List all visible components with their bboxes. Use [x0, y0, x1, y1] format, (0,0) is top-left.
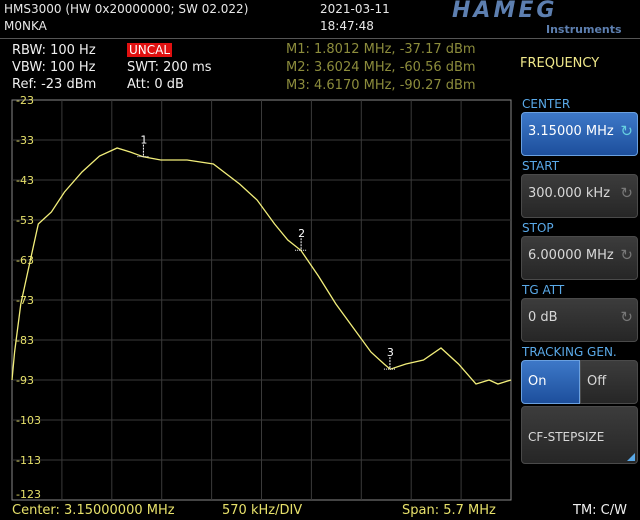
tg-att-title: TG ATT — [522, 283, 565, 297]
div-footer: 570 kHz/DIV — [222, 503, 303, 518]
tracking-off-button[interactable]: Off — [580, 360, 638, 404]
tracking-on-label: On — [528, 374, 547, 389]
marker-2-readout: M2: 3.6024 MHz, -60.56 dBm — [286, 60, 476, 75]
hameg-logo-sub: Instruments — [546, 23, 622, 36]
start-title: START — [522, 159, 560, 173]
sweep-time-readout: SWT: 200 ms — [127, 60, 212, 75]
cf-stepsize-label: CF-STEPSIZE — [528, 430, 605, 444]
stop-value: 6.00000 MHz — [528, 248, 614, 263]
marker-1-label: 1 — [140, 134, 147, 147]
stop-softkey[interactable]: 6.00000 MHz ↻ — [521, 236, 638, 280]
marker-2-label: 2 — [298, 227, 305, 240]
instrument-model: HMS3000 (HW 0x20000000; SW 02.022) — [4, 2, 249, 16]
date: 2021-03-11 — [320, 2, 390, 16]
y-tick-label: -123 — [16, 488, 41, 501]
center-softkey[interactable]: 3.15000 MHz ↻ — [521, 112, 638, 156]
y-tick-label: -73 — [16, 294, 34, 307]
center-value: 3.15000 MHz — [528, 124, 614, 139]
header-divider — [0, 38, 640, 39]
marker-3-readout: M3: 4.6170 MHz, -90.27 dBm — [286, 78, 476, 93]
tg-att-softkey[interactable]: 0 dB ↻ — [521, 298, 638, 342]
y-tick-label: -93 — [16, 374, 34, 387]
callsign: M0NKA — [4, 19, 47, 33]
ref-level-readout: Ref: -23 dBm — [12, 77, 97, 92]
tg-att-value: 0 dB — [528, 310, 558, 325]
y-tick-label: -33 — [16, 134, 34, 147]
start-value: 300.000 kHz — [528, 186, 611, 201]
span-footer: Span: 5.7 MHz — [402, 503, 496, 518]
center-title: CENTER — [522, 97, 571, 111]
rotary-knob-icon: ↻ — [620, 184, 633, 202]
rotary-knob-icon: ↻ — [620, 122, 633, 140]
trace-mode: TM: C/W — [573, 503, 627, 518]
marker-3-label: 3 — [387, 346, 394, 359]
rotary-knob-icon: ↻ — [620, 246, 633, 264]
y-tick-label: -23 — [16, 96, 34, 107]
start-softkey[interactable]: 300.000 kHz ↻ — [521, 174, 638, 218]
attenuation-readout: Att: 0 dB — [127, 77, 184, 92]
stop-title: STOP — [522, 221, 554, 235]
vbw-readout: VBW: 100 Hz — [12, 60, 96, 75]
cf-stepsize-softkey[interactable]: CF-STEPSIZE — [521, 406, 638, 464]
center-frequency-footer: Center: 3.15000000 MHz — [12, 503, 175, 518]
tracking-off-label: Off — [587, 374, 607, 389]
submenu-corner-icon — [627, 453, 635, 461]
time: 18:47:48 — [320, 19, 374, 33]
marker-1-readout: M1: 1.8012 MHz, -37.17 dBm — [286, 42, 476, 57]
rbw-readout: RBW: 100 Hz — [12, 43, 96, 58]
y-tick-label: -103 — [16, 414, 41, 427]
spectrum-plot[interactable]: -23-33-43-53-63-73-83-93-103-113-123 123 — [0, 96, 516, 502]
hameg-logo: HAMEG — [452, 0, 558, 23]
rotary-knob-icon: ↻ — [620, 308, 633, 326]
tracking-on-button[interactable]: On — [521, 360, 580, 404]
y-tick-label: -113 — [16, 454, 41, 467]
y-tick-label: -83 — [16, 334, 34, 347]
y-tick-label: -43 — [16, 174, 34, 187]
menu-title: FREQUENCY — [520, 56, 600, 71]
uncal-badge: UNCAL — [127, 43, 173, 57]
tracking-gen-title: TRACKING GEN. — [522, 345, 617, 359]
y-tick-label: -53 — [16, 214, 34, 227]
